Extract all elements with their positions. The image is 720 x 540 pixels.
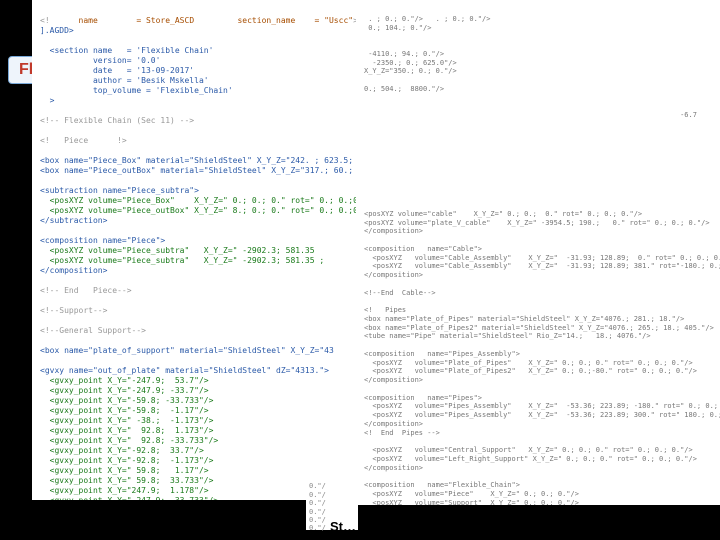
slide-caption: XML code of Flexible Chain sec 11 [20,499,264,516]
xml-code-pane-right: <posXYZ volume="cable" X_Y_Z=" 0.; 0.; 0… [356,195,720,505]
xml-code-pane-topright: . ; 0.; 0."/> . ; 0.; 0."/> 0.; 104.; 0.… [356,0,720,195]
footer-fragment: St… [330,519,356,534]
